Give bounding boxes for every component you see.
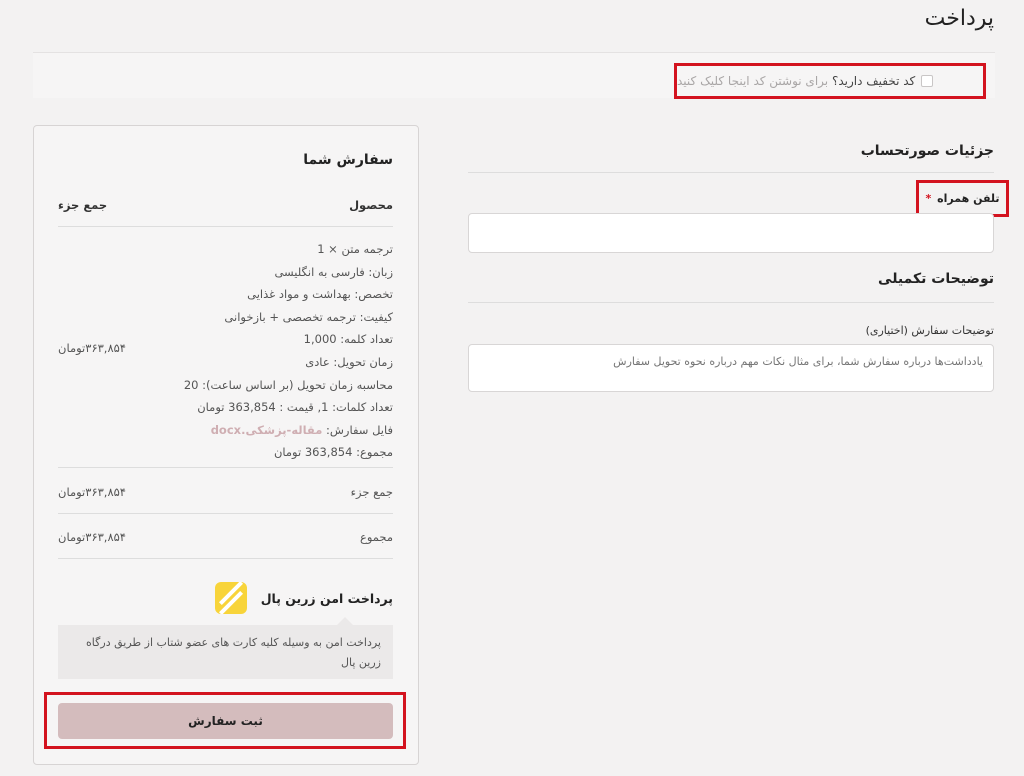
order-notes-textarea[interactable] bbox=[468, 344, 994, 392]
extra-info-divider bbox=[468, 302, 994, 303]
col-product: محصول bbox=[349, 198, 393, 212]
product-line: زبان: فارسی به انگلیسی bbox=[274, 264, 393, 279]
payment-label: پرداخت امن زرین پال bbox=[260, 590, 393, 606]
payment-method-zarinpal[interactable]: پرداخت امن زرین پال bbox=[214, 582, 393, 614]
payment-description: پرداخت امن به وسیله کلیه کارت های عضو شت… bbox=[58, 617, 393, 679]
zarinpal-logo-icon bbox=[214, 582, 247, 614]
product-line: محاسبه زمان تحویل (بر اساس ساعت): 20 bbox=[183, 377, 393, 392]
file-label: فایل سفارش: bbox=[326, 422, 393, 437]
product-line: کیفیت: ترجمه تخصصی + بازخوانی bbox=[224, 309, 393, 324]
subtotal-value: ۳۶۳,۸۵۴تومان bbox=[58, 485, 126, 499]
product-line: زمان تحویل: عادی bbox=[305, 354, 393, 369]
order-divider bbox=[58, 513, 393, 514]
notes-label: توضیحات سفارش (اختیاری) bbox=[865, 324, 994, 337]
product-total-line: مجموع: 363,854 تومان bbox=[273, 445, 393, 460]
billing-title: جزئیات صورتحساب bbox=[860, 143, 994, 159]
checkout-page: پرداخت کد تخفیف دارید؟ برای نوشتن کد این… bbox=[0, 0, 1024, 776]
coupon-link[interactable]: برای نوشتن کد اینجا کلیک کنید bbox=[677, 74, 828, 88]
order-divider bbox=[58, 467, 393, 468]
subtotal-row: جمع جزء ۳۶۳,۸۵۴تومان bbox=[58, 485, 393, 499]
phone-input[interactable] bbox=[468, 213, 994, 253]
subtotal-label: جمع جزء bbox=[350, 485, 393, 499]
order-divider bbox=[58, 226, 393, 227]
total-row: مجموع ۳۶۳,۸۵۴تومان bbox=[58, 530, 393, 544]
total-value: ۳۶۳,۸۵۴تومان bbox=[58, 530, 126, 544]
order-divider bbox=[58, 558, 393, 559]
product-line: ترجمه متن × 1 bbox=[317, 242, 393, 256]
product-price: ۳۶۳,۸۵۴تومان bbox=[58, 341, 126, 355]
product-line: تخصص: بهداشت و مواد غذایی bbox=[247, 287, 393, 302]
order-title: سفارش شما bbox=[303, 152, 393, 168]
product-details: ترجمه متن × 1 زبان: فارسی به انگلیسی تخص… bbox=[173, 238, 393, 464]
place-order-button[interactable]: ثبت سفارش bbox=[58, 703, 393, 739]
product-line: تعداد کلمه: 1,000 bbox=[303, 332, 393, 347]
phone-label: تلفن همراه * bbox=[926, 192, 1000, 205]
extra-info-title: توضیحات تکمیلی bbox=[878, 271, 994, 287]
billing-divider bbox=[468, 172, 994, 173]
phone-label-highlight: تلفن همراه * bbox=[916, 180, 1009, 217]
coupon-text: کد تخفیف دارید؟ برای نوشتن کد اینجا کلیک… bbox=[677, 74, 915, 88]
order-summary: سفارش شما محصول جمع جزء ترجمه متن × 1 زب… bbox=[33, 125, 419, 765]
coupon-checkbox[interactable] bbox=[921, 75, 934, 87]
required-star: * bbox=[925, 192, 932, 205]
file-link[interactable]: مقاله-پزشکی.docx bbox=[211, 423, 323, 437]
order-table-header: محصول جمع جزء bbox=[58, 198, 393, 212]
total-label: مجموع bbox=[359, 530, 393, 544]
col-subtotal: جمع جزء bbox=[58, 198, 108, 212]
coupon-question: کد تخفیف دارید؟ bbox=[831, 74, 916, 88]
phone-label-text: تلفن همراه bbox=[937, 192, 1000, 205]
page-title: پرداخت bbox=[924, 6, 994, 31]
product-line: تعداد کلمات: 1, قیمت : 363,854 تومان bbox=[197, 400, 393, 415]
coupon-notice[interactable]: کد تخفیف دارید؟ برای نوشتن کد اینجا کلیک… bbox=[674, 63, 986, 99]
product-file-line: فایل سفارش: مقاله-پزشکی.docx bbox=[173, 419, 393, 442]
